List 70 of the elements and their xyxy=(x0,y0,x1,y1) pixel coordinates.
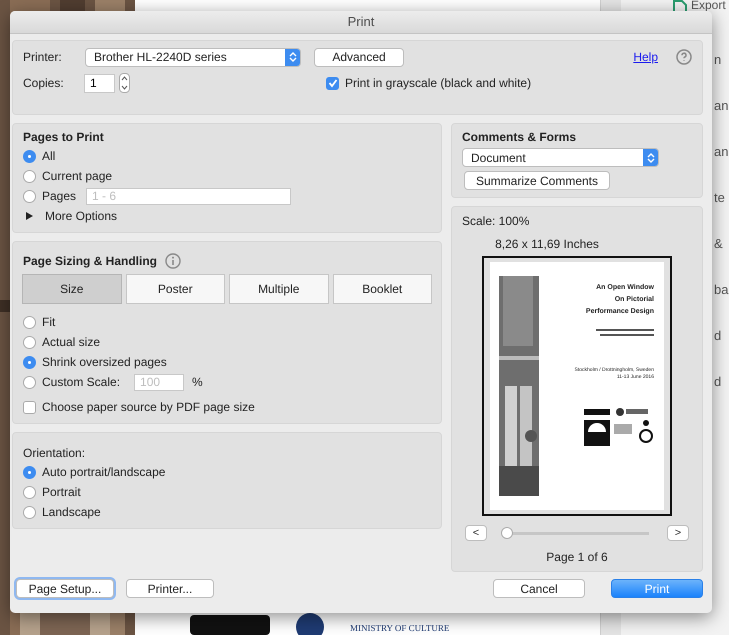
printer-dropdown[interactable]: Brother HL-2240D series xyxy=(85,48,301,66)
sidebar-item[interactable]: n xyxy=(714,49,722,67)
help-link[interactable]: Help xyxy=(633,50,658,64)
scale-field[interactable]: 100 xyxy=(134,374,184,390)
radio-label: Pages xyxy=(42,189,78,203)
chevron-icon xyxy=(646,152,654,164)
next-page-button[interactable]: > xyxy=(667,525,689,541)
slider-thumb[interactable] xyxy=(501,527,513,539)
radio-label: Actual size xyxy=(42,335,100,349)
radio-button[interactable] xyxy=(23,316,36,328)
section-title: Pages to Print xyxy=(23,129,105,146)
logos-drawing xyxy=(584,406,654,446)
field-label: Copies: xyxy=(23,76,65,90)
radio-label: Custom Scale: xyxy=(42,375,120,389)
checkbox[interactable] xyxy=(23,400,36,414)
radio-button[interactable] xyxy=(23,336,36,348)
chevron-icon xyxy=(288,51,296,63)
radio-label: All xyxy=(42,149,56,163)
sidebar-item[interactable]: an xyxy=(714,95,728,113)
tab[interactable]: Size xyxy=(22,274,122,304)
radio-label: Current page xyxy=(42,169,112,183)
radio-button[interactable] xyxy=(23,466,36,478)
radio-button[interactable] xyxy=(23,506,36,518)
copies-field[interactable]: 1 xyxy=(84,74,115,92)
previous-page-button[interactable]: < xyxy=(465,525,487,541)
sidebar-item[interactable]: an xyxy=(714,141,728,159)
sidebar-item[interactable]: d xyxy=(714,325,722,343)
cancel-button[interactable]: Cancel xyxy=(493,579,585,598)
radio-button[interactable] xyxy=(23,190,36,202)
radio-label: Fit xyxy=(42,315,56,329)
page-range-field[interactable]: 1 - 6 xyxy=(86,188,291,204)
checkbox[interactable] xyxy=(326,76,339,90)
radio-label: Auto portrait/landscape xyxy=(42,465,166,479)
sidebar-item[interactable]: d xyxy=(714,371,722,389)
comments-dropdown[interactable]: Document xyxy=(462,148,659,167)
section-title: Orientation: xyxy=(23,445,86,462)
section-title: Comments & Forms xyxy=(462,129,578,146)
radio-button[interactable] xyxy=(23,170,36,182)
document-text: MINISTRY OF CULTURE xyxy=(350,623,450,635)
help-icon xyxy=(676,49,692,65)
window-title: Print xyxy=(10,11,712,34)
disclosure-label[interactable]: More Options xyxy=(45,209,118,223)
radio-label: Landscape xyxy=(42,505,101,519)
tab[interactable]: Poster xyxy=(126,274,225,304)
radio-button[interactable] xyxy=(23,376,36,388)
paper-size-label: 8,26 x 11,69 Inches xyxy=(495,236,599,252)
radio-button[interactable] xyxy=(23,150,36,162)
text-lines-icon xyxy=(596,328,654,337)
checkbox-label: Print in grayscale (black and white) xyxy=(345,76,532,90)
scale-label: Scale: 100% xyxy=(462,213,530,229)
checkbox-label: Choose paper source by PDF page size xyxy=(42,400,255,414)
info-icon xyxy=(165,253,182,269)
page-setup-button[interactable]: Page Setup... xyxy=(16,579,114,598)
sidebar-item[interactable]: ba xyxy=(714,279,728,297)
advanced-button[interactable]: Advanced xyxy=(314,48,404,66)
page-indicator: Page 1 of 6 xyxy=(546,549,608,565)
unit-label: % xyxy=(192,375,203,389)
sidebar-item[interactable]: & xyxy=(714,233,723,251)
radio-label: Shrink oversized pages xyxy=(42,355,167,369)
sidebar-item[interactable]: te xyxy=(714,187,725,205)
radio-button[interactable] xyxy=(23,486,36,498)
printer-button[interactable]: Printer... xyxy=(126,579,214,598)
tab[interactable]: Multiple xyxy=(229,274,328,304)
field-label: Printer: xyxy=(23,50,63,64)
stepper-icon xyxy=(119,73,130,93)
section-title: Page Sizing & Handling xyxy=(23,252,158,270)
tab[interactable]: Booklet xyxy=(332,274,432,304)
radio-label: Portrait xyxy=(42,485,81,499)
radio-button[interactable] xyxy=(23,356,36,368)
summarize-comments-button[interactable]: Summarize Comments xyxy=(464,171,610,190)
